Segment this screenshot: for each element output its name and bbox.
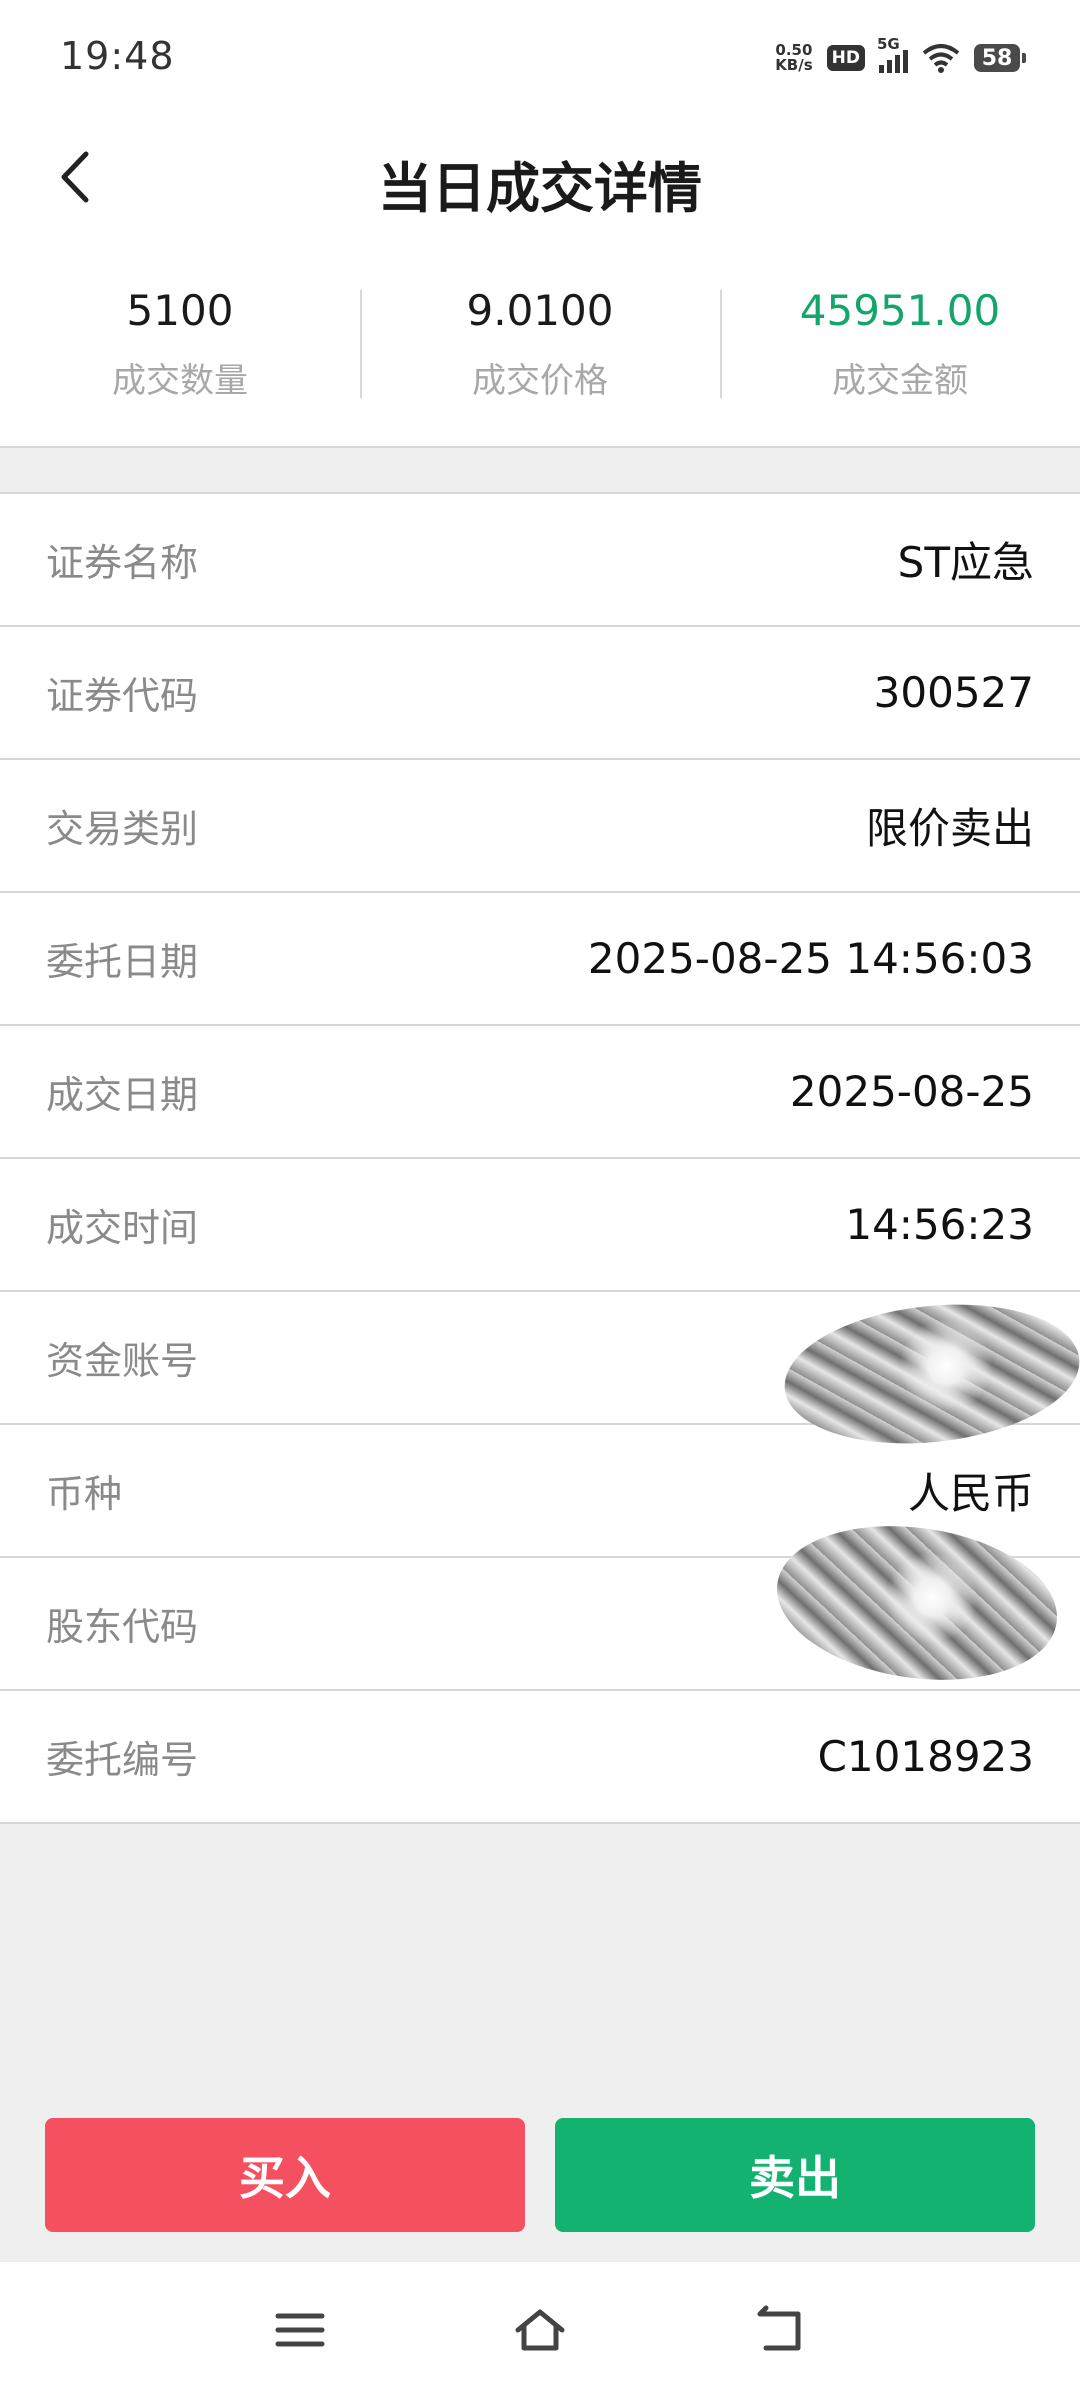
battery-icon: 58 <box>974 44 1026 72</box>
detail-row-deal-date: 成交日期 2025-08-25 <box>0 1026 1080 1159</box>
buy-button[interactable]: 买入 <box>45 2118 525 2232</box>
summary-amount: 45951.00 成交金额 <box>720 242 1080 446</box>
row-label: 证券代码 <box>46 674 199 718</box>
amount-value: 45951.00 <box>799 286 1001 335</box>
amount-label: 成交金额 <box>832 361 968 401</box>
row-value: 14:56:23 <box>845 1200 1034 1249</box>
network-speed: 0.50 KB/s <box>775 43 812 73</box>
row-value: 300527 <box>873 668 1034 717</box>
sell-button[interactable]: 卖出 <box>555 2118 1035 2232</box>
quantity-value: 5100 <box>126 286 234 335</box>
network-speed-unit: KB/s <box>775 56 813 74</box>
detail-row-fund-account: 资金账号 <box>0 1290 1080 1458</box>
status-icons: 0.50 KB/s HD 5G 58 <box>775 35 1026 78</box>
summary-quantity: 5100 成交数量 <box>0 242 360 446</box>
row-value: 2025-08-25 <box>789 1067 1034 1116</box>
trade-summary: 5100 成交数量 9.0100 成交价格 45951.00 成交金额 <box>0 242 1080 448</box>
row-label: 资金账号 <box>46 1339 199 1383</box>
detail-row-order-date: 委托日期 2025-08-25 14:56:03 <box>0 893 1080 1026</box>
signal-bar <box>887 60 892 73</box>
row-label: 委托日期 <box>46 940 199 984</box>
detail-row-security-code: 证券代码 300527 <box>0 627 1080 760</box>
detail-row-shareholder-code: 股东代码 <box>0 1509 1080 1697</box>
wifi-icon <box>922 44 960 73</box>
row-label: 成交日期 <box>46 1073 199 1117</box>
row-label: 证券名称 <box>46 541 199 585</box>
status-time: 19:48 <box>60 34 175 78</box>
price-value: 9.0100 <box>466 286 614 335</box>
quantity-label: 成交数量 <box>112 361 248 401</box>
price-label: 成交价格 <box>472 361 608 401</box>
back-icon[interactable] <box>752 2304 808 2356</box>
row-label: 股东代码 <box>46 1605 199 1649</box>
row-value: 2025-08-25 14:56:03 <box>587 934 1034 983</box>
status-bar: 19:48 0.50 KB/s HD 5G 58 <box>0 0 1080 118</box>
signal-icon: 5G <box>877 35 908 73</box>
detail-row-order-number: 委托编号 C1018923 <box>0 1691 1080 1824</box>
home-icon[interactable] <box>512 2304 568 2356</box>
system-nav-bar <box>0 2262 1080 2388</box>
summary-price: 9.0100 成交价格 <box>360 242 720 446</box>
row-label: 币种 <box>46 1472 123 1516</box>
signal-bar <box>879 65 884 73</box>
row-label: 委托编号 <box>46 1738 199 1782</box>
detail-row-security-name: 证券名称 ST应急 <box>0 494 1080 627</box>
row-label: 成交时间 <box>46 1206 199 1250</box>
header-bar: 当日成交详情 <box>0 118 1080 242</box>
detail-row-deal-time: 成交时间 14:56:23 <box>0 1159 1080 1292</box>
trade-detail-list: 证券名称 ST应急 证券代码 300527 交易类别 限价卖出 委托日期 202… <box>0 492 1080 1824</box>
row-value: 限价卖出 <box>865 804 1034 853</box>
menu-icon[interactable] <box>272 2304 328 2356</box>
page-title: 当日成交详情 <box>378 157 702 220</box>
row-value: 人民币 <box>907 1469 1034 1518</box>
signal-bar <box>903 50 908 73</box>
signal-label: 5G <box>877 35 900 53</box>
hd-icon: HD <box>826 45 865 71</box>
detail-row-trade-type: 交易类别 限价卖出 <box>0 760 1080 893</box>
signal-bar <box>895 55 900 73</box>
row-value: ST应急 <box>897 538 1034 587</box>
row-label: 交易类别 <box>46 807 199 851</box>
row-value: C1018923 <box>817 1732 1034 1781</box>
